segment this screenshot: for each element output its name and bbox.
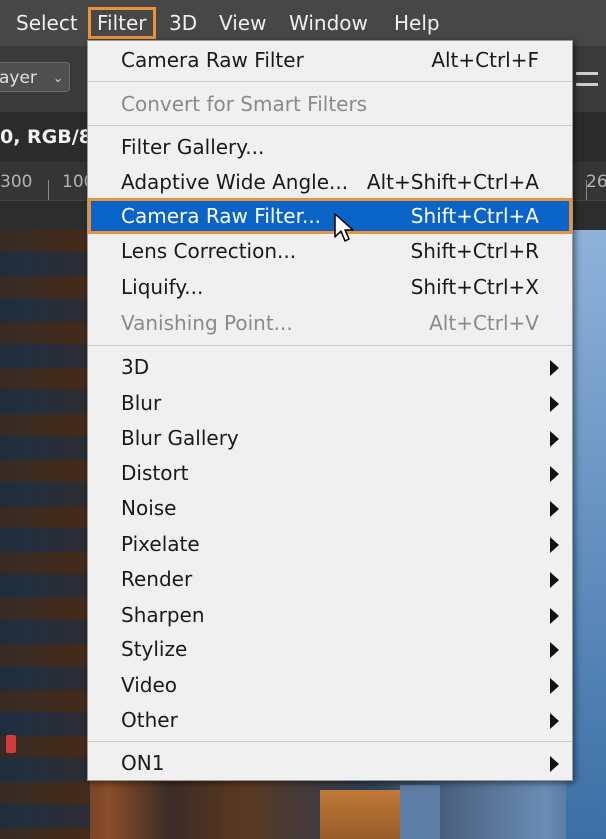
menu-item-label: Liquify... <box>121 275 204 299</box>
menu-item-last-filter[interactable]: Camera Raw Filter Alt+Ctrl+F <box>88 43 572 77</box>
menu-item-liquify[interactable]: Liquify... Shift+Ctrl+X <box>88 270 572 304</box>
menu-item-label: Sharpen <box>121 603 205 627</box>
menu-item-pixelate[interactable]: Pixelate <box>88 527 572 561</box>
menu-item-label: Convert for Smart Filters <box>121 92 368 116</box>
menu-item-label: Blur Gallery <box>121 426 239 450</box>
menu-item-other[interactable]: Other <box>88 703 572 737</box>
submenu-arrow-icon <box>550 756 559 772</box>
photo-building <box>320 790 400 839</box>
menu-separator <box>88 81 572 82</box>
menu-item-convert-smart-filters: Convert for Smart Filters <box>88 87 572 121</box>
menu-item-distort[interactable]: Distort <box>88 456 572 490</box>
submenu-arrow-icon <box>550 678 559 694</box>
submenu-arrow-icon <box>550 396 559 412</box>
menu-item-label: Vanishing Point... <box>121 311 293 335</box>
submenu-arrow-icon <box>550 466 559 482</box>
menu-item-video[interactable]: Video <box>88 668 572 702</box>
menu-item-3d[interactable]: 3D <box>88 350 572 384</box>
menu-item-shortcut: Alt+Ctrl+F <box>431 48 539 72</box>
menu-item-label: Render <box>121 567 193 591</box>
mouse-pointer-icon <box>334 213 354 242</box>
menu-filter[interactable]: Filter <box>88 7 156 39</box>
menu-item-filter-gallery[interactable]: Filter Gallery... <box>88 130 572 164</box>
filter-menu: Camera Raw Filter Alt+Ctrl+F Convert for… <box>87 40 573 781</box>
menu-item-shortcut: Shift+Ctrl+R <box>410 239 539 263</box>
ruler-tick-label: 26 <box>586 172 606 192</box>
submenu-arrow-icon <box>550 608 559 624</box>
chevron-down-icon: ⌄ <box>52 71 63 85</box>
menu-item-render[interactable]: Render <box>88 562 572 596</box>
menu-item-camera-raw-filter[interactable]: Camera Raw Filter... Shift+Ctrl+A <box>88 198 572 234</box>
align-icon[interactable] <box>576 72 598 86</box>
menu-separator <box>88 741 572 742</box>
menu-item-blur[interactable]: Blur <box>88 386 572 420</box>
menu-item-stylize[interactable]: Stylize <box>88 632 572 666</box>
menu-item-label: Noise <box>121 496 177 520</box>
submenu-arrow-icon <box>550 360 559 376</box>
menu-item-label: 3D <box>121 355 150 379</box>
menu-window[interactable]: Window <box>281 7 376 39</box>
menu-item-label: Pixelate <box>121 532 200 556</box>
menu-item-adaptive-wide-angle[interactable]: Adaptive Wide Angle... Alt+Shift+Ctrl+A <box>88 165 572 199</box>
menu-item-vanishing-point: Vanishing Point... Alt+Ctrl+V <box>88 306 572 340</box>
menu-item-label: ON1 <box>121 751 165 775</box>
menu-separator <box>88 345 572 346</box>
menu-item-label: Camera Raw Filter... <box>121 204 322 228</box>
menu-item-on1[interactable]: ON1 <box>88 746 572 780</box>
photo-tower <box>400 785 440 839</box>
submenu-arrow-icon <box>550 642 559 658</box>
menu-item-shortcut: Alt+Ctrl+V <box>429 311 539 335</box>
menu-item-label: Distort <box>121 461 189 485</box>
submenu-arrow-icon <box>550 537 559 553</box>
menu-item-sharpen[interactable]: Sharpen <box>88 598 572 632</box>
submenu-arrow-icon <box>550 713 559 729</box>
menu-item-label: Lens Correction... <box>121 239 297 263</box>
menu-item-blur-gallery[interactable]: Blur Gallery <box>88 421 572 455</box>
menu-item-shortcut: Shift+Ctrl+X <box>410 275 539 299</box>
document-tab[interactable]: 0, RGB/8) <box>0 112 101 162</box>
menu-item-label: Stylize <box>121 637 188 661</box>
menu-item-label: Blur <box>121 391 162 415</box>
menu-3d[interactable]: 3D <box>161 7 205 39</box>
menu-item-lens-correction[interactable]: Lens Correction... Shift+Ctrl+R <box>88 234 572 268</box>
menu-select[interactable]: Select <box>8 7 86 39</box>
photo-sign <box>6 735 16 753</box>
menu-separator <box>88 125 572 126</box>
menu-item-shortcut: Shift+Ctrl+A <box>410 204 539 228</box>
menu-item-label: Adaptive Wide Angle... <box>121 170 349 194</box>
submenu-arrow-icon <box>550 572 559 588</box>
submenu-arrow-icon <box>550 431 559 447</box>
submenu-arrow-icon <box>550 501 559 517</box>
auto-select-dropdown[interactable]: ayer ⌄ <box>0 62 70 92</box>
menu-item-label: Filter Gallery... <box>121 135 265 159</box>
menu-item-noise[interactable]: Noise <box>88 491 572 525</box>
menu-help[interactable]: Help <box>386 7 448 39</box>
menu-item-label: Camera Raw Filter <box>121 48 304 72</box>
menu-view[interactable]: View <box>211 7 274 39</box>
menu-item-shortcut: Alt+Shift+Ctrl+A <box>366 170 539 194</box>
menu-item-label: Video <box>121 673 178 697</box>
ruler-tick-line <box>48 180 49 200</box>
menu-item-label: Other <box>121 708 178 732</box>
ruler-tick-label: 300 <box>0 172 33 192</box>
auto-select-value: ayer <box>0 68 37 88</box>
